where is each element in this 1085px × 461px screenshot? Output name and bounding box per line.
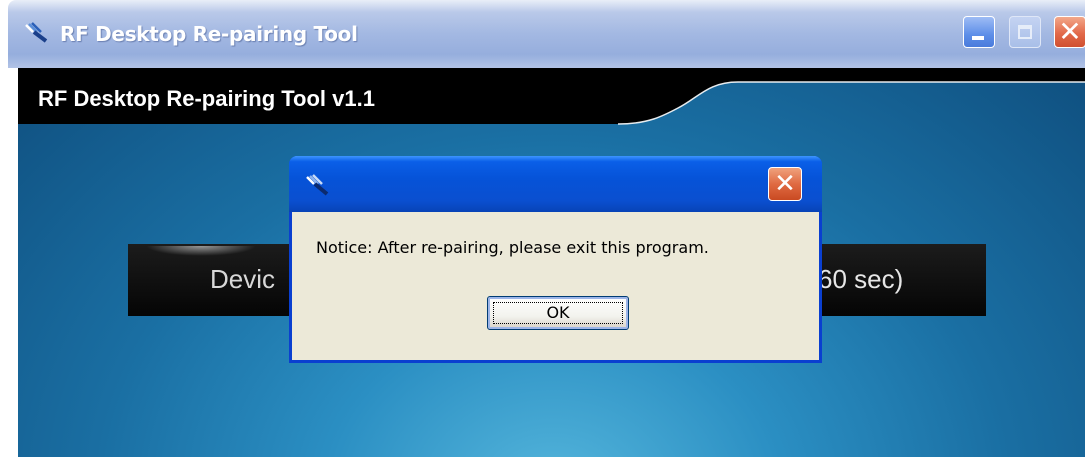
- minimize-button[interactable]: [963, 16, 995, 48]
- main-window: RF Desktop Re-pairing Tool ✕ RF Desktop …: [0, 0, 1085, 461]
- ok-button[interactable]: OK: [487, 296, 629, 330]
- dialog-titlebar[interactable]: ✕: [289, 156, 822, 212]
- ok-button-label: OK: [546, 303, 570, 322]
- maximize-button: [1009, 16, 1041, 48]
- close-button[interactable]: ✕: [1054, 16, 1085, 48]
- close-icon: ✕: [774, 169, 796, 199]
- rf-app-icon: [24, 22, 50, 44]
- minimize-icon: [972, 36, 984, 40]
- status-bar-glint: [146, 246, 256, 256]
- notice-dialog: ✕ Notice: After re-pairing, please exit …: [289, 156, 822, 363]
- app-header-title: RF Desktop Re-pairing Tool v1.1: [38, 86, 375, 111]
- status-text-right: 60 sec): [818, 264, 904, 294]
- window-titlebar[interactable]: RF Desktop Re-pairing Tool ✕: [8, 0, 1085, 68]
- dialog-message: Notice: After re-pairing, please exit th…: [316, 238, 709, 257]
- close-icon: ✕: [1058, 15, 1082, 48]
- rf-app-icon: [305, 174, 331, 198]
- window-title: RF Desktop Re-pairing Tool: [60, 22, 358, 46]
- maximize-icon: [1018, 25, 1032, 39]
- status-text-left: Devic: [210, 264, 276, 294]
- dialog-close-button[interactable]: ✕: [768, 167, 802, 201]
